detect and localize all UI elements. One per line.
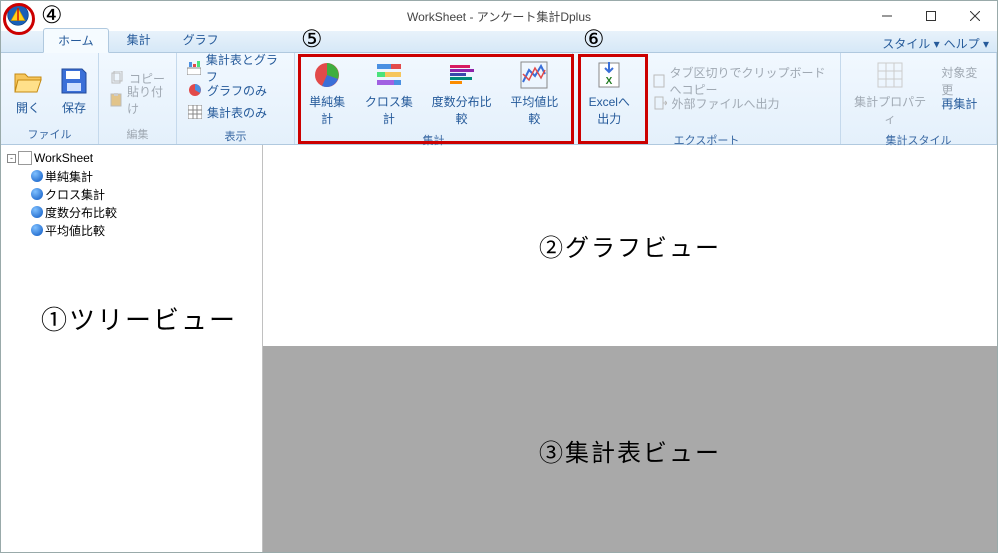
display-graph-only-button[interactable]: グラフのみ [183,79,288,101]
style-menu[interactable]: スタイル ▾ [882,35,939,52]
grid-props-icon [874,59,906,91]
distribution-icon [446,59,478,91]
retabulate-button[interactable]: 再集計 [937,92,990,114]
tree-item-simple[interactable]: 単純集計 [3,167,260,185]
file-export-icon [652,95,668,111]
collapse-icon[interactable]: - [7,154,16,163]
pie-icon [187,82,203,98]
table-graph-icon [187,60,202,76]
tree-item-mean[interactable]: 平均値比較 [3,221,260,239]
ribbon: 開く 保存 ファイル コピー [1,53,997,145]
worksheet-icon [18,151,32,165]
group-label-export: エクスポート [573,131,840,150]
tree-root[interactable]: - WorkSheet [3,149,260,167]
external-file-button[interactable]: 外部ファイルへ出力 [648,92,834,114]
tab-home[interactable]: ホーム [43,28,109,53]
table-icon [187,104,203,120]
minimize-icon [882,11,892,21]
excel-export-icon: X [593,59,625,91]
node-icon [31,224,43,236]
chevron-down-icon: ▾ [934,37,940,51]
node-icon [31,170,43,182]
group-label-display: 表示 [177,127,294,146]
stacked-bar-icon [373,59,405,91]
close-icon [970,11,980,21]
display-both-button[interactable]: 集計表とグラフ [183,57,288,79]
maximize-icon [926,11,936,21]
tab-graph[interactable]: グラフ [169,28,233,52]
group-label-file: ファイル [1,125,98,144]
maximize-button[interactable] [909,1,953,31]
pie-chart-icon [311,59,343,91]
app-window: WorkSheet - アンケート集計Dplus ホーム 集計 グラフ スタイル… [0,0,998,553]
mean-compare-button[interactable]: 平均値比較 [503,57,566,127]
change-target-button[interactable]: 対象変更 [937,70,990,92]
window-title: WorkSheet - アンケート集計Dplus [407,8,591,25]
copy-icon [109,70,125,86]
simple-tab-button[interactable]: 単純集計 [301,57,353,127]
svg-text:X: X [606,76,613,87]
group-label-tabulation: 集計 [295,131,572,150]
table-view-pane: ③集計表ビュー [263,349,997,553]
folder-open-icon [12,65,44,97]
group-label-style: 集計スタイル [841,131,996,150]
paste-button[interactable]: 貼り付け [105,89,170,111]
floppy-save-icon [58,65,90,97]
client-area: - WorkSheet 単純集計 クロス集計 度数分布比較 平均値比較 ①ツリー… [1,145,997,552]
label-treeview: ①ツリービュー [41,300,237,337]
clipboard-icon [652,73,666,89]
group-label-edit: 編集 [99,125,176,144]
label-tableview: ③集計表ビュー [539,433,721,468]
minimize-button[interactable] [865,1,909,31]
tree-item-cross[interactable]: クロス集計 [3,185,260,203]
close-button[interactable] [953,1,997,31]
tree-item-freq[interactable]: 度数分布比較 [3,203,260,221]
paste-icon [109,92,123,108]
help-menu[interactable]: ヘルプ ▾ [944,35,989,52]
label-graphview: ②グラフビュー [539,228,721,263]
tree-view: - WorkSheet 単純集計 クロス集計 度数分布比較 平均値比較 ①ツリー… [1,145,263,552]
clipboard-tab-button[interactable]: タブ区切りでクリップボードへコピー [648,70,834,92]
titlebar: WorkSheet - アンケート集計Dplus [1,1,997,31]
freq-dist-button[interactable]: 度数分布比較 [424,57,498,127]
display-table-only-button[interactable]: 集計表のみ [183,101,288,123]
node-icon [31,206,43,218]
line-chart-icon [518,59,550,91]
cross-tab-button[interactable]: クロス集計 [357,57,420,127]
open-button[interactable]: 開く [7,63,49,116]
excel-export-button[interactable]: X Excelへ出力 [579,57,640,127]
tab-properties-button[interactable]: 集計プロパティ [847,57,933,127]
chevron-down-icon: ▾ [983,37,989,51]
ribbon-tabs: ホーム 集計 グラフ スタイル ▾ ヘルプ ▾ [1,31,997,53]
save-button[interactable]: 保存 [53,63,95,116]
graph-view-pane: ②グラフビュー [263,145,997,349]
node-icon [31,188,43,200]
tab-tabulation[interactable]: 集計 [113,28,165,52]
app-logo-icon [7,4,29,26]
